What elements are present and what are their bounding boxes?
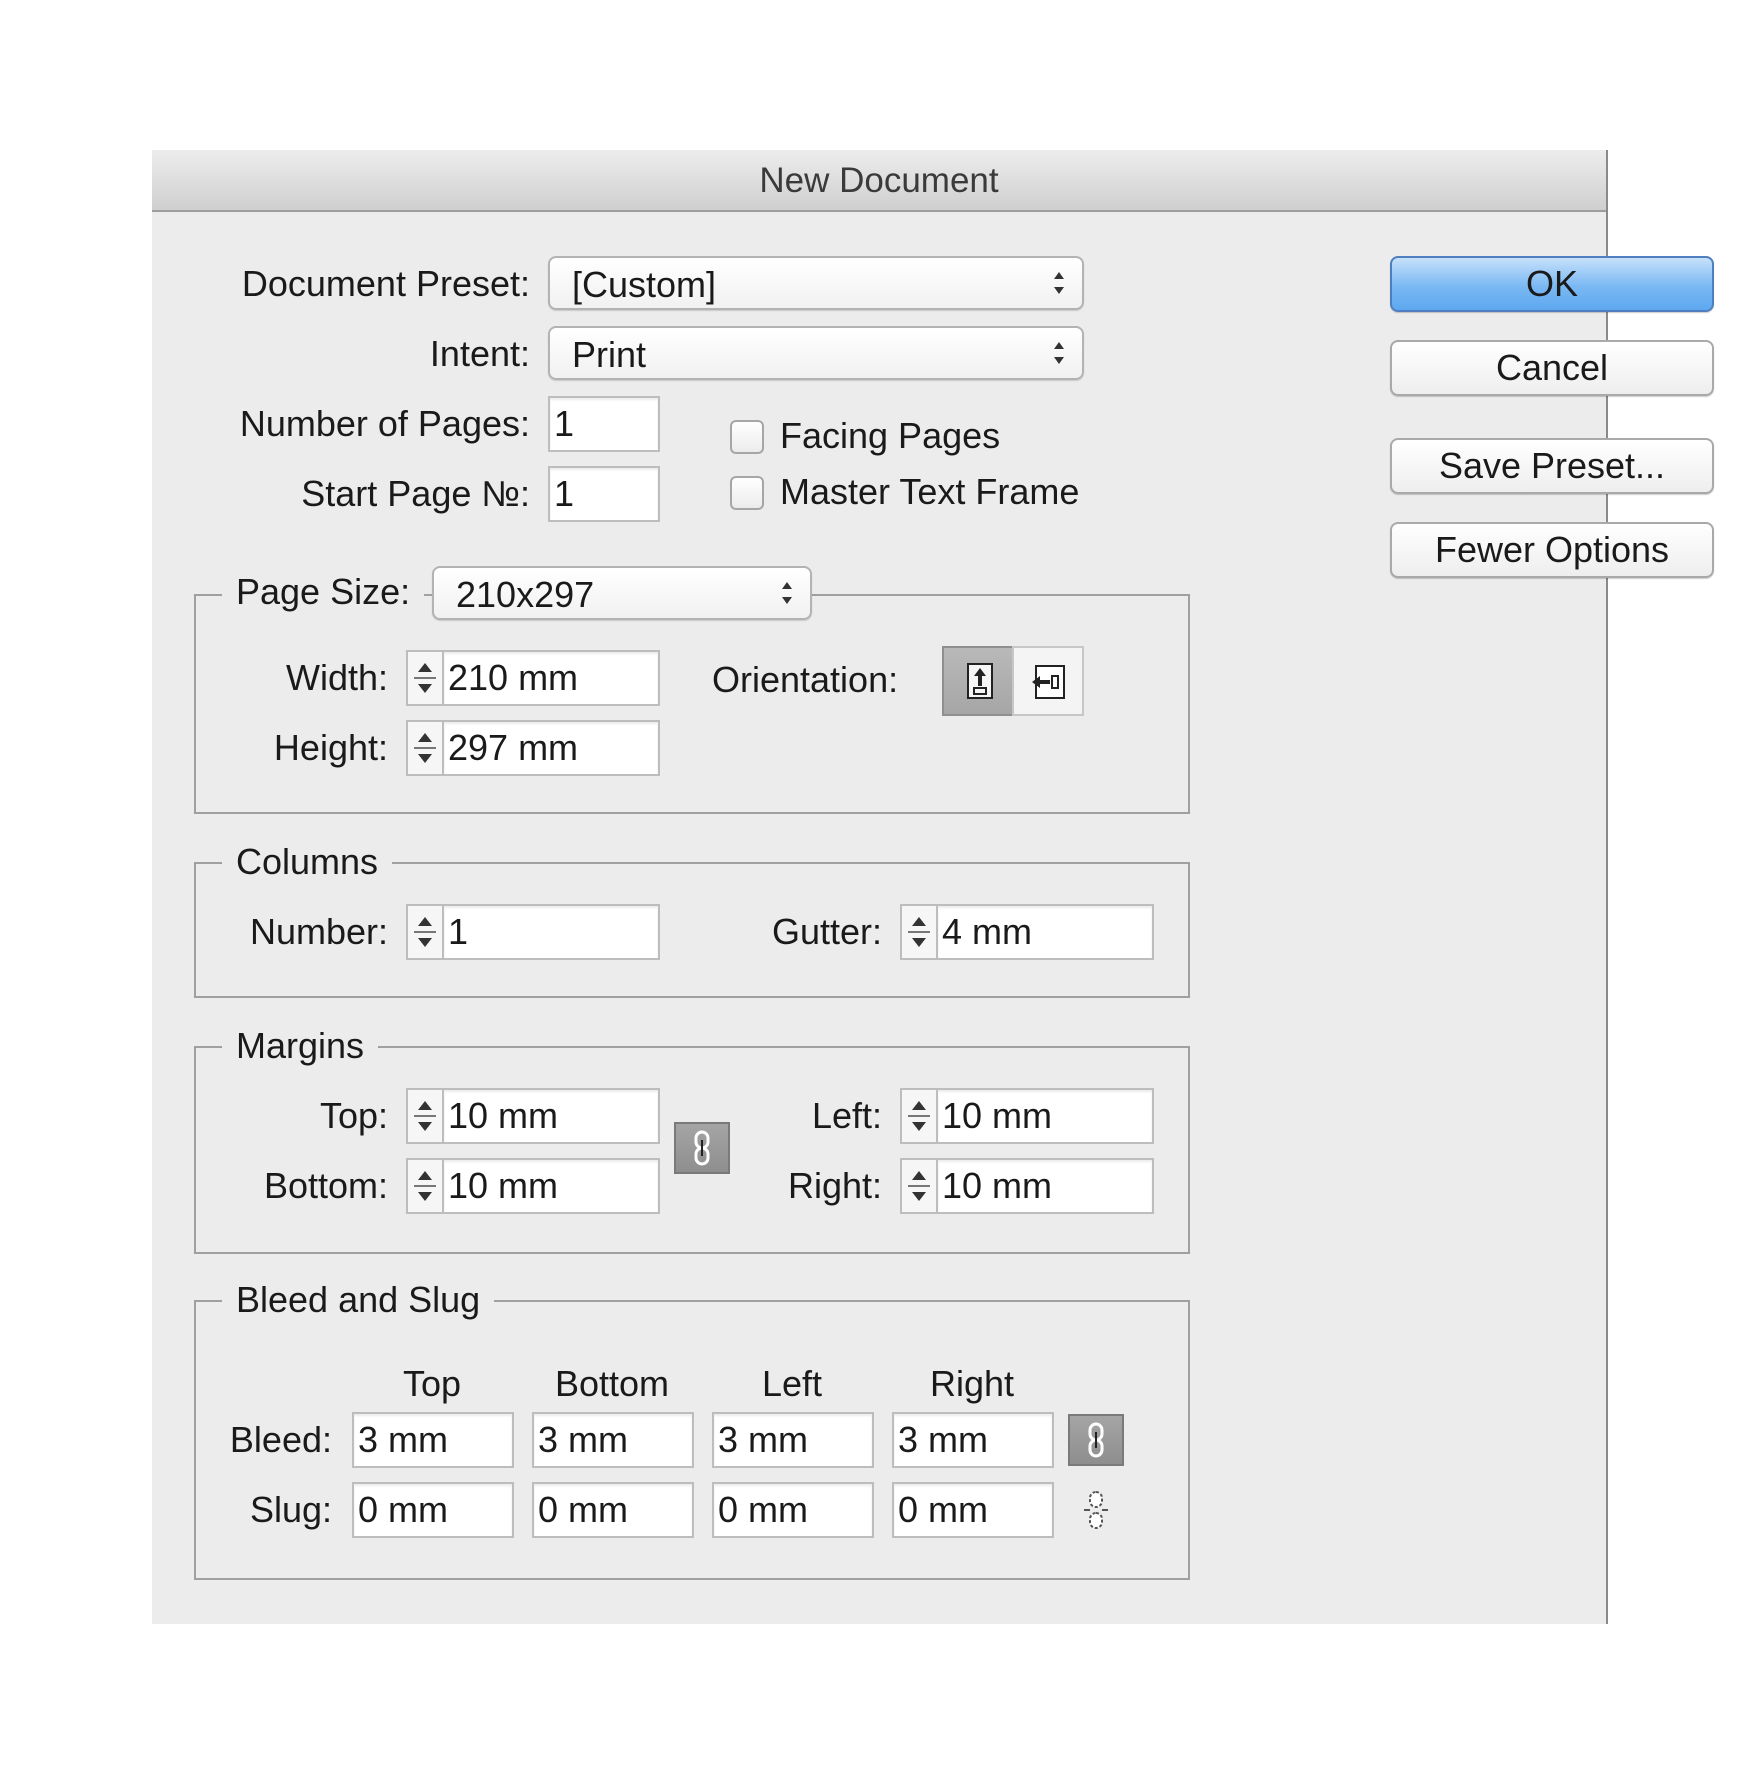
slug-link-button[interactable] [1072, 1486, 1120, 1534]
bleed-label: Bleed: [229, 1419, 332, 1460]
margin-left-input[interactable]: 10 mm [936, 1088, 1154, 1144]
margin-bottom-label: Bottom: [263, 1165, 388, 1206]
width-stepper[interactable] [406, 650, 444, 706]
width-label: Width: [285, 657, 388, 698]
margin-bottom-stepper[interactable] [406, 1158, 444, 1214]
margin-left-label: Left: [811, 1095, 882, 1136]
slug-right-input[interactable]: 0 mm [892, 1482, 1054, 1538]
number-of-pages-label: Number of Pages: [239, 403, 530, 444]
select-arrows-icon [1054, 342, 1064, 364]
margin-bottom-input[interactable]: 10 mm [442, 1158, 660, 1214]
start-page-input[interactable]: 1 [548, 466, 660, 522]
facing-pages-label: Facing Pages [780, 415, 1001, 456]
document-preset-label: Document Preset: [241, 263, 530, 304]
margin-right-stepper[interactable] [900, 1158, 938, 1214]
ok-button[interactable]: OK [1390, 256, 1714, 312]
margin-top-input[interactable]: 10 mm [442, 1088, 660, 1144]
fewer-options-button[interactable]: Fewer Options [1390, 522, 1714, 578]
margin-left-stepper[interactable] [900, 1088, 938, 1144]
master-text-frame-label: Master Text Frame [780, 471, 1080, 512]
bleed-link-button[interactable] [1068, 1414, 1124, 1466]
slug-top-input[interactable]: 0 mm [352, 1482, 514, 1538]
stepper-arrows-icon [414, 1101, 436, 1131]
start-page-label: Start Page №: [301, 473, 530, 514]
orientation-label: Orientation: [712, 659, 899, 700]
columns-title: Columns [222, 840, 393, 884]
number-of-pages-input[interactable]: 1 [548, 396, 660, 452]
chain-link-icon [1088, 1422, 1104, 1458]
stepper-arrows-icon [414, 1171, 436, 1201]
page-size-value: 210x297 [456, 574, 595, 615]
bleed-header-right: Right [929, 1363, 1015, 1404]
bleed-header-left: Left [761, 1363, 823, 1404]
stepper-arrows-icon [414, 733, 436, 763]
column-number-input[interactable]: 1 [442, 904, 660, 960]
bleed-left-input[interactable]: 3 mm [712, 1412, 874, 1468]
select-arrows-icon [782, 582, 792, 604]
margin-top-label: Top: [319, 1095, 388, 1136]
portrait-orientation-button[interactable] [942, 646, 1014, 716]
bleed-top-input[interactable]: 3 mm [352, 1412, 514, 1468]
intent-label: Intent: [429, 333, 530, 374]
document-preset-value: [Custom] [572, 264, 717, 305]
intent-value: Print [572, 334, 647, 375]
column-number-stepper[interactable] [406, 904, 444, 960]
select-arrows-icon [1054, 272, 1064, 294]
landscape-orientation-button[interactable] [1012, 646, 1084, 716]
new-document-dialog: New Document Document Preset: [Custom] I… [152, 150, 1714, 1624]
slug-bottom-input[interactable]: 0 mm [532, 1482, 694, 1538]
stepper-arrows-icon [908, 1171, 930, 1201]
height-stepper[interactable] [406, 720, 444, 776]
width-input[interactable]: 210 mm [442, 650, 660, 706]
slug-label: Slug: [249, 1489, 332, 1530]
gutter-stepper[interactable] [900, 904, 938, 960]
master-text-frame-checkbox[interactable] [730, 476, 764, 510]
bleed-slug-title: Bleed and Slug [222, 1278, 495, 1322]
height-label: Height: [273, 727, 388, 768]
margin-top-stepper[interactable] [406, 1088, 444, 1144]
landscape-orientation-icon [1032, 665, 1065, 699]
document-preset-select[interactable]: [Custom] [548, 256, 1084, 310]
stepper-arrows-icon [908, 917, 930, 947]
cancel-button[interactable]: Cancel [1390, 340, 1714, 396]
bleed-header-bottom: Bottom [554, 1363, 670, 1404]
margin-right-label: Right: [787, 1165, 882, 1206]
broken-chain-icon [1084, 1491, 1108, 1529]
portrait-orientation-icon [967, 663, 993, 699]
bleed-bottom-input[interactable]: 3 mm [532, 1412, 694, 1468]
column-number-label: Number: [249, 911, 388, 952]
facing-pages-checkbox[interactable] [730, 420, 764, 454]
gutter-label: Gutter: [771, 911, 882, 952]
stepper-arrows-icon [908, 1101, 930, 1131]
intent-select[interactable]: Print [548, 326, 1084, 380]
page-size-select[interactable]: 210x297 [432, 566, 812, 620]
margins-title: Margins [222, 1024, 379, 1068]
height-input[interactable]: 297 mm [442, 720, 660, 776]
bleed-right-input[interactable]: 3 mm [892, 1412, 1054, 1468]
page-size-label: Page Size: [222, 570, 425, 614]
margin-right-input[interactable]: 10 mm [936, 1158, 1154, 1214]
slug-left-input[interactable]: 0 mm [712, 1482, 874, 1538]
stepper-arrows-icon [414, 917, 436, 947]
stepper-arrows-icon [414, 663, 436, 693]
bleed-header-top: Top [402, 1363, 462, 1404]
save-preset-button[interactable]: Save Preset... [1390, 438, 1714, 494]
gutter-input[interactable]: 4 mm [936, 904, 1154, 960]
window-title: New Document [152, 150, 1606, 212]
